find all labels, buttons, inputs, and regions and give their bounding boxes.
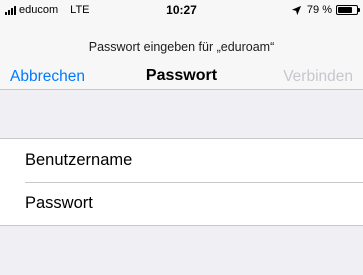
battery-percentage: 79 % [306, 4, 332, 16]
password-field[interactable] [25, 194, 345, 213]
navigation-bar: Passwort eingeben für „eduroam“ Abbreche… [0, 20, 363, 90]
status-right: 79 % [291, 4, 360, 16]
username-row [0, 139, 363, 182]
location-arrow-icon [291, 5, 302, 15]
status-bar: educom LTE 10:27 79 % [0, 0, 363, 20]
password-row [0, 182, 363, 225]
credentials-form [0, 138, 363, 226]
battery-icon [336, 5, 360, 15]
username-field[interactable] [25, 151, 345, 170]
connect-button[interactable]: Verbinden [283, 68, 353, 86]
password-prompt: Passwort eingeben für „eduroam“ [88, 40, 275, 54]
battery-level [338, 7, 353, 13]
